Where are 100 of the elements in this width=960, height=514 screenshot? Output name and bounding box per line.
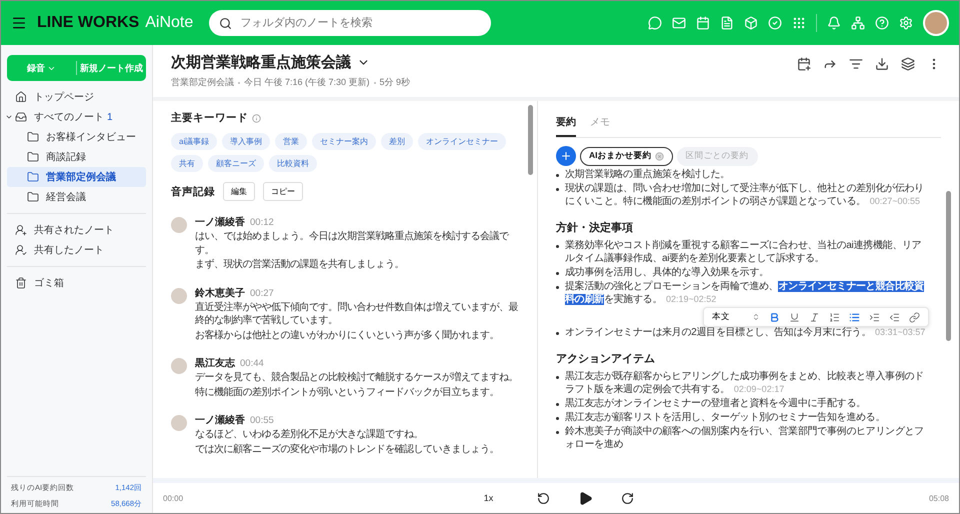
keyword-tag[interactable]: 顧客ニーズ [208, 155, 264, 172]
ordered-icon[interactable] [829, 312, 840, 322]
summary-bullet: 黒江友志がオンラインセミナーの登壇者と資料を今週中に手配する。 [565, 397, 866, 410]
section-title: 主要キーワード [171, 111, 248, 125]
transcript-button[interactable]: コピー [263, 182, 303, 201]
summary-mode-chip[interactable]: AIおまかせ要約 [580, 146, 672, 166]
person-icon [15, 224, 27, 236]
menu-icon[interactable] [11, 15, 27, 31]
transcript-text: では次に顧客ニーズの変化や市場のトレンドを確認していきましょう。 [195, 442, 499, 456]
summary-bullet: 黒江友志が既存顧客からヒアリングした成功事例をまとめ、比較表と導入事例のドラフト版を来週の定例会で共有する。 02:09~02:17 [565, 370, 925, 396]
folder-icon [27, 151, 39, 163]
speaker-name: 鈴木恵美子 [195, 286, 245, 300]
outdent-icon[interactable] [889, 312, 900, 322]
updown-icon [752, 313, 760, 321]
summary-tab[interactable]: 要約 [556, 111, 576, 137]
forward-icon[interactable] [621, 492, 634, 504]
note-meta: 今日 午後 7:16 (午後 7:30 更新) [244, 76, 370, 89]
summary-bullet: 黒江友志が顧客リストを活用し、ターゲット別のセミナー告知を進める。 [565, 411, 886, 424]
timestamp: 00:55 [250, 415, 274, 426]
rewind-icon[interactable] [537, 492, 550, 504]
timestamp: 00:12 [250, 217, 274, 228]
speaker-name: 一ノ瀬綾香 [195, 216, 245, 229]
sidebar-item[interactable]: すべてのノート 1 [7, 107, 146, 127]
sidebar-item[interactable]: お客様インタビュー [7, 127, 146, 147]
note-meta: 営業部定例会議 [171, 76, 234, 89]
indent-icon[interactable] [869, 312, 880, 322]
transcript-text: はい、では始めましょう。今日は次期営業戦略重点施策を検討する会議です。 [195, 230, 510, 257]
duration: 05:08 [928, 494, 949, 502]
summary-bullet: 現状の課題は、問い合わせ増加に対して受注率が低下し、他社との差別化が伝わりにくいこと。特に機能面の差別ポイントの弱さが課題となっている。 00:27~00:55 [565, 182, 925, 208]
current-time: 00:00 [163, 494, 184, 502]
speaker-avatar [171, 358, 187, 374]
transcript-button[interactable]: 編集 [223, 182, 255, 201]
folder-icon [27, 131, 39, 143]
summary-heading: アクションアイテム [556, 352, 656, 366]
speaker-avatar [171, 288, 187, 304]
sidebar-item[interactable]: ゴミ箱 [7, 273, 146, 293]
speaker-name: 一ノ瀬綾香 [195, 414, 245, 427]
transcript-text: データを見ても、競合製品との比較検討で離脱するケースが増えてますね。 [195, 371, 518, 384]
bullet-icon[interactable] [849, 312, 860, 322]
keyword-tag[interactable]: 比較資料 [269, 155, 317, 172]
note-count: 1 [107, 112, 113, 122]
sidebar-item[interactable]: 営業部定例会議 [7, 167, 146, 187]
summary-bullet: 鈴木恵美子が商談中の顧客への個別案内を行い、営業部門で事例のヒアリングとフォローを進め [565, 425, 925, 451]
chevron-icon[interactable] [5, 113, 13, 121]
timestamp: 00:27 [250, 288, 274, 298]
product-name: AiNote [145, 14, 194, 32]
sidebar-item[interactable]: トップページ [7, 87, 146, 107]
check-icon[interactable] [768, 16, 782, 30]
folder-icon [27, 191, 39, 203]
person-icon [15, 244, 27, 256]
keyword-tag[interactable]: 共有 [171, 155, 203, 172]
search-icon [219, 16, 232, 30]
scrollbar-thumb[interactable] [528, 105, 533, 175]
download-icon[interactable] [875, 57, 889, 71]
layers-icon[interactable] [901, 57, 915, 71]
keyword-tag[interactable]: 差別 [381, 133, 414, 150]
speed-button[interactable]: 1x [478, 492, 500, 504]
timestamp: 00:44 [240, 358, 264, 369]
keyword-tag[interactable]: セミナー案内 [312, 133, 376, 150]
link-icon[interactable] [909, 312, 920, 322]
transcript-text: お客様からは他社との違いがわかりにくいという声が多く聞かれます。 [195, 328, 500, 342]
text-style-select[interactable]: 本文 [712, 311, 760, 323]
brand-logo: LINE WORKS [37, 14, 140, 32]
add-button[interactable] [556, 146, 576, 166]
transcript-text: 直近受注率がやや低下傾向です。問い合わせ件数自体は増えていますが、最終的な制約率で苦戦しています。 [195, 300, 519, 328]
keyword-tag[interactable]: 営業 [275, 133, 308, 150]
home-icon [15, 91, 27, 103]
profile-avatar[interactable] [923, 10, 949, 36]
transcript-text: まず、現状の営業活動の課題を共有しましょう。 [195, 258, 405, 272]
summary-bullet: 業務効率化やコスト削減を重視する顧客ニーズに合わせ、当社のai連携機能、リアルタイム議事録作成、ai要約を差別化要素として訴求する。 [565, 239, 922, 265]
info-icon[interactable] [252, 114, 261, 122]
section-title: 音声記録 [171, 184, 215, 198]
search-field[interactable]: フォルダ内のノートを検索 [209, 10, 492, 36]
sidebar-item[interactable]: 経営会議 [7, 187, 146, 207]
summary-bullet: 成功事例を活用し、具体的な導入効果を示す。 [565, 266, 769, 279]
sidebar-item[interactable]: 共有したノート [7, 240, 146, 260]
speaker-avatar [171, 217, 187, 233]
sidebar-item[interactable]: 共有されたノート [7, 220, 146, 240]
keyword-tag[interactable]: 導入事例 [222, 133, 270, 150]
summary-bullet: 提案活動の強化とプロモーションを両輪で進め、オンラインセミナーと競合比較資料の刷新を実施する。 02:19~02:52 [565, 280, 925, 306]
sidebar-item[interactable]: 商談記録 [7, 147, 146, 167]
calendar-plus-icon[interactable] [797, 57, 811, 71]
italic-icon[interactable] [809, 312, 820, 322]
play-icon[interactable] [578, 490, 594, 506]
folder-icon [27, 171, 39, 183]
keyword-tag[interactable]: オンラインセミナー [418, 133, 506, 150]
speaker-name: 黒江友志 [195, 356, 235, 370]
note-meta: 5分 9秒 [380, 76, 410, 89]
search-input[interactable]: フォルダ内のノートを検索 [238, 16, 482, 30]
transcript-text: なるほど、いわゆる差別化不足が大きな課題ですね。 [195, 428, 424, 442]
plus-icon [560, 150, 572, 162]
scrollbar-thumb[interactable] [946, 191, 951, 341]
underline-icon[interactable] [789, 312, 800, 322]
trash-icon [15, 277, 27, 289]
speaker-avatar [171, 415, 187, 431]
bold-icon[interactable] [769, 312, 780, 322]
summary-bullet: オンラインセミナーは来月の2週目を目標とし、告知は今月末に行う。 03:31~03:57 [565, 326, 926, 339]
keyword-tag[interactable]: ai議事録 [171, 133, 218, 150]
transcript-text: 特に機能面の差別ポイントが弱いというフィードバックが目立ちます。 [195, 386, 500, 399]
note-title: 次期営業戦略重点施策会議 [171, 53, 351, 72]
